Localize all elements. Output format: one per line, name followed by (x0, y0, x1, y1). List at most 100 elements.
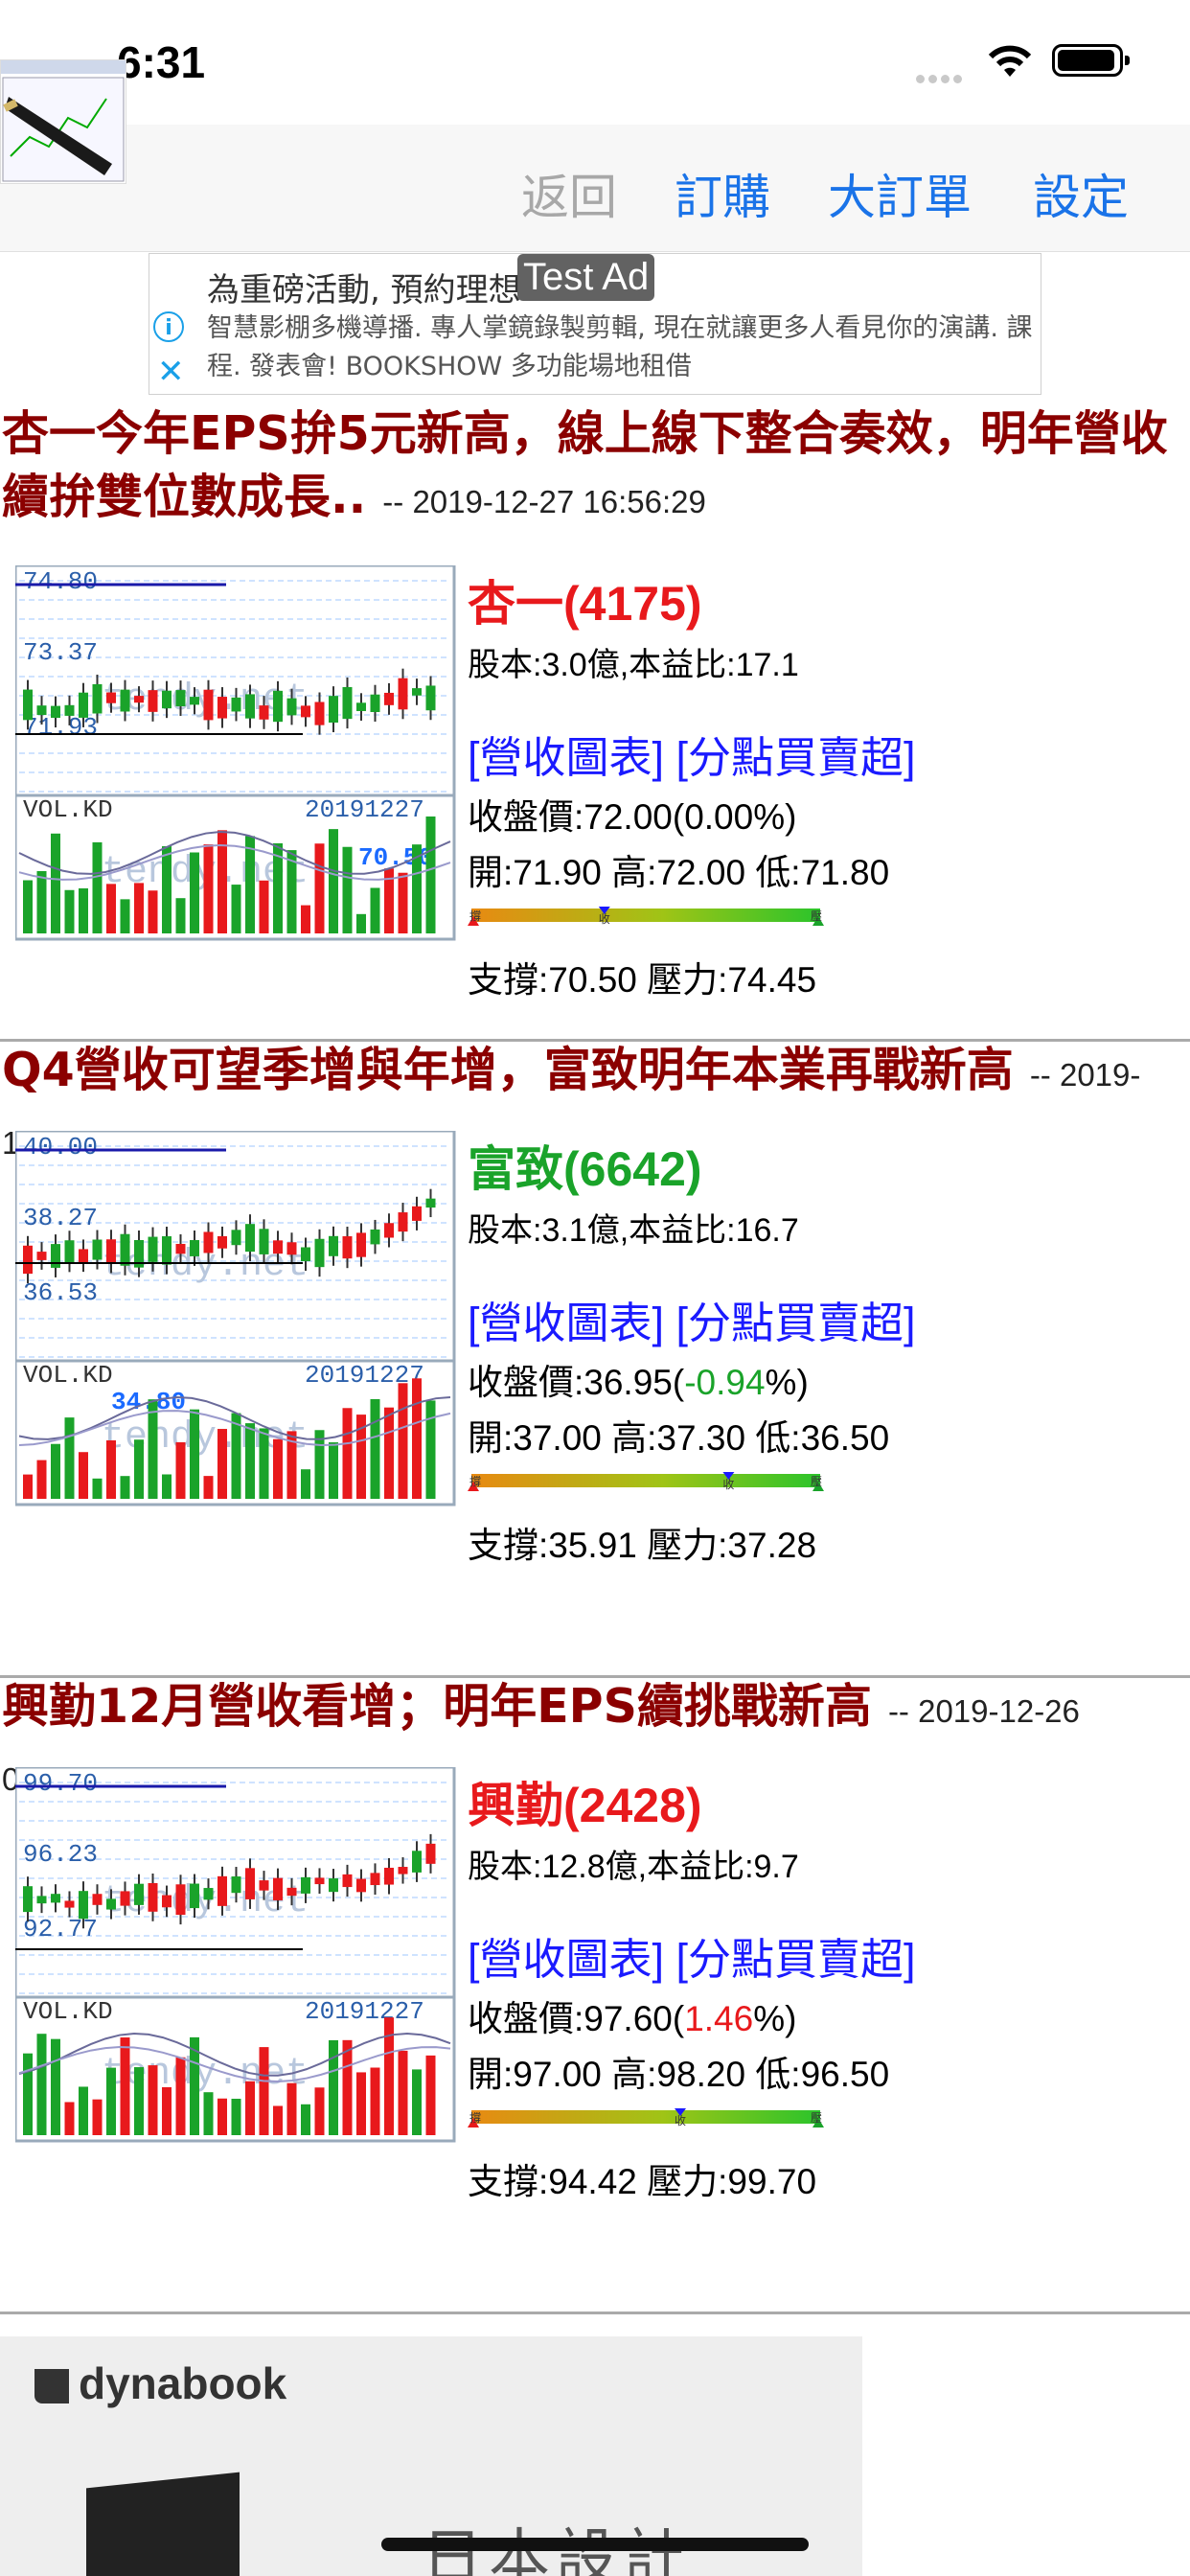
candlestick-chart: 74.8073.3771.93VOL.KD2019122770.50tendy.… (13, 564, 456, 941)
candle-body (342, 1874, 353, 1888)
volume-bar (245, 2081, 255, 2135)
candle-body (259, 705, 269, 720)
volume-bar (342, 1408, 353, 1499)
stock-chart[interactable]: 74.8073.3771.93VOL.KD2019122770.50tendy.… (13, 564, 456, 941)
volume-bar (370, 2067, 380, 2135)
volume-bar (314, 2087, 325, 2135)
volume-bar (301, 1469, 310, 1499)
volume-bar (231, 885, 241, 933)
volume-bar (398, 1383, 408, 1499)
headline-text[interactable]: Q4營收可望季增與年增，富致明年本業再戰新高 (2, 1043, 1014, 1097)
article-headline[interactable]: 杏一今年EPS拚5元新高，線上線下整合奏效，明年營收續拚雙位數成長.. -- 2… (2, 402, 1186, 534)
revenue-chart-link[interactable]: [營收圖表] (468, 1299, 664, 1347)
candle-body (162, 1895, 172, 1908)
candle-body (92, 683, 103, 714)
candle-body (259, 1880, 269, 1891)
revenue-chart-link[interactable]: [營收圖表] (468, 733, 664, 782)
candle-body (398, 678, 408, 710)
candle-body (175, 1243, 186, 1254)
chart-price-mid: 96.23 (23, 1840, 98, 1869)
candle-body (190, 1240, 199, 1256)
volume-bar (120, 2037, 130, 2135)
stock-chart[interactable]: 99.70 96.23 92.77 VOL.KD 20191227 tendy.net te… (13, 1765, 456, 2143)
watermark-text: tendy.net (102, 2053, 309, 2096)
candle-body (342, 1236, 353, 1259)
volume-bar (329, 829, 338, 933)
candle-body (286, 1887, 297, 1897)
candle-body (425, 1198, 436, 1208)
candle-body (301, 1876, 310, 1894)
volume-bar (203, 2092, 214, 2135)
candle-body (245, 1224, 255, 1253)
volume-bar (23, 1474, 33, 1499)
volume-bar (64, 889, 75, 933)
candle-body (245, 1868, 255, 1899)
stock-name[interactable]: 杏一(4175) (468, 565, 702, 634)
capital-pe: 股本:3.0億,本益比:17.1 (468, 647, 799, 683)
back-button[interactable]: 返回 (521, 159, 617, 228)
candle-body (134, 1883, 144, 1905)
home-indicator[interactable] (381, 2538, 809, 2551)
candle-body (106, 692, 116, 703)
volume-bar (259, 1428, 269, 1499)
volume-bar (36, 1460, 47, 1499)
candle-body (64, 1240, 75, 1263)
headline-text[interactable]: 興勤12月營收看增；明年EPS續挑戰新高 (2, 1679, 872, 1734)
close-suffix: %) (765, 1363, 809, 1402)
candle-body (217, 1235, 227, 1249)
candle-body (329, 1235, 338, 1256)
volume-bar (384, 1407, 394, 1499)
stock-name[interactable]: 興勤(2428) (468, 1767, 702, 1836)
candle-body (384, 692, 394, 705)
volume-bar (203, 844, 214, 933)
ad-description[interactable]: 智慧影棚多機導播. 專人掌鏡錄製剪輯, 現在就讓更多人看見你的演講. 課程. 發… (207, 310, 1033, 386)
price-change: 1.46 (684, 1999, 754, 2038)
brand-logo: dynabook (34, 2358, 286, 2409)
bar-gradient (471, 908, 820, 922)
candle-body (273, 1240, 283, 1254)
close-icon[interactable]: ✕ (157, 356, 185, 388)
broker-buysell-link[interactable]: [分點買賣超] (676, 1935, 916, 1984)
volume-bar (106, 1439, 116, 1499)
candle-body (412, 1851, 422, 1873)
volume-bar (342, 846, 353, 933)
volume-bar (245, 836, 255, 933)
stock-name[interactable]: 富致(6642) (468, 1131, 702, 1200)
support-bar-label: 撐 (469, 2111, 481, 2125)
info-icon[interactable]: i (153, 311, 184, 342)
volume-bar (120, 899, 130, 933)
ad-banner[interactable]: 為重磅活動, 預約理想 i ✕ 智慧影棚多機導播. 專人掌鏡錄製剪輯, 現在就讓… (149, 253, 1041, 395)
support-resistance: 支撐:94.42 壓力:99.70 (468, 2162, 817, 2201)
broker-buysell-link[interactable]: [分點買賣超] (676, 733, 916, 782)
settings-button[interactable]: 設定 (1033, 159, 1129, 228)
candle-body (51, 1244, 60, 1268)
volume-bar (342, 2039, 353, 2135)
cellular-signal-icon (916, 69, 966, 87)
candle-body (412, 1206, 422, 1221)
candle-body (79, 1249, 88, 1263)
volume-bar (51, 2038, 60, 2135)
volume-bar (398, 2050, 408, 2135)
volume-bar (51, 1443, 60, 1499)
volume-bar (134, 883, 144, 933)
stock-links: [營收圖表] [分點買賣超] (468, 1924, 916, 1987)
volume-bar (148, 890, 158, 933)
candle-body (148, 690, 158, 712)
volume-bar (370, 1398, 380, 1499)
candle-body (203, 1888, 214, 1900)
broker-buysell-link[interactable]: [分點買賣超] (676, 1299, 916, 1347)
volume-bar (36, 2034, 47, 2135)
candlestick-chart: 99.7096.2392.77VOL.KD 20191227tendy.nette… (13, 1765, 456, 2143)
big-orders-button[interactable]: 大訂單 (828, 159, 972, 228)
ad-title[interactable]: 為重磅活動, 預約理想 (207, 264, 521, 310)
candle-body (203, 689, 214, 721)
stock-chart[interactable]: 40.0038.2736.53VOL.KD2019122734.80tendy.… (13, 1129, 456, 1506)
volume-bar (314, 1430, 325, 1499)
chart-price-high: 74.80 (23, 567, 98, 596)
subscribe-button[interactable]: 訂購 (675, 159, 770, 228)
revenue-chart-link[interactable]: [營收圖表] (468, 1935, 664, 1984)
dynabook-logo-icon (34, 2369, 69, 2404)
app-icon[interactable] (0, 59, 126, 184)
volume-bar (92, 841, 103, 933)
volume-bar (23, 880, 33, 933)
